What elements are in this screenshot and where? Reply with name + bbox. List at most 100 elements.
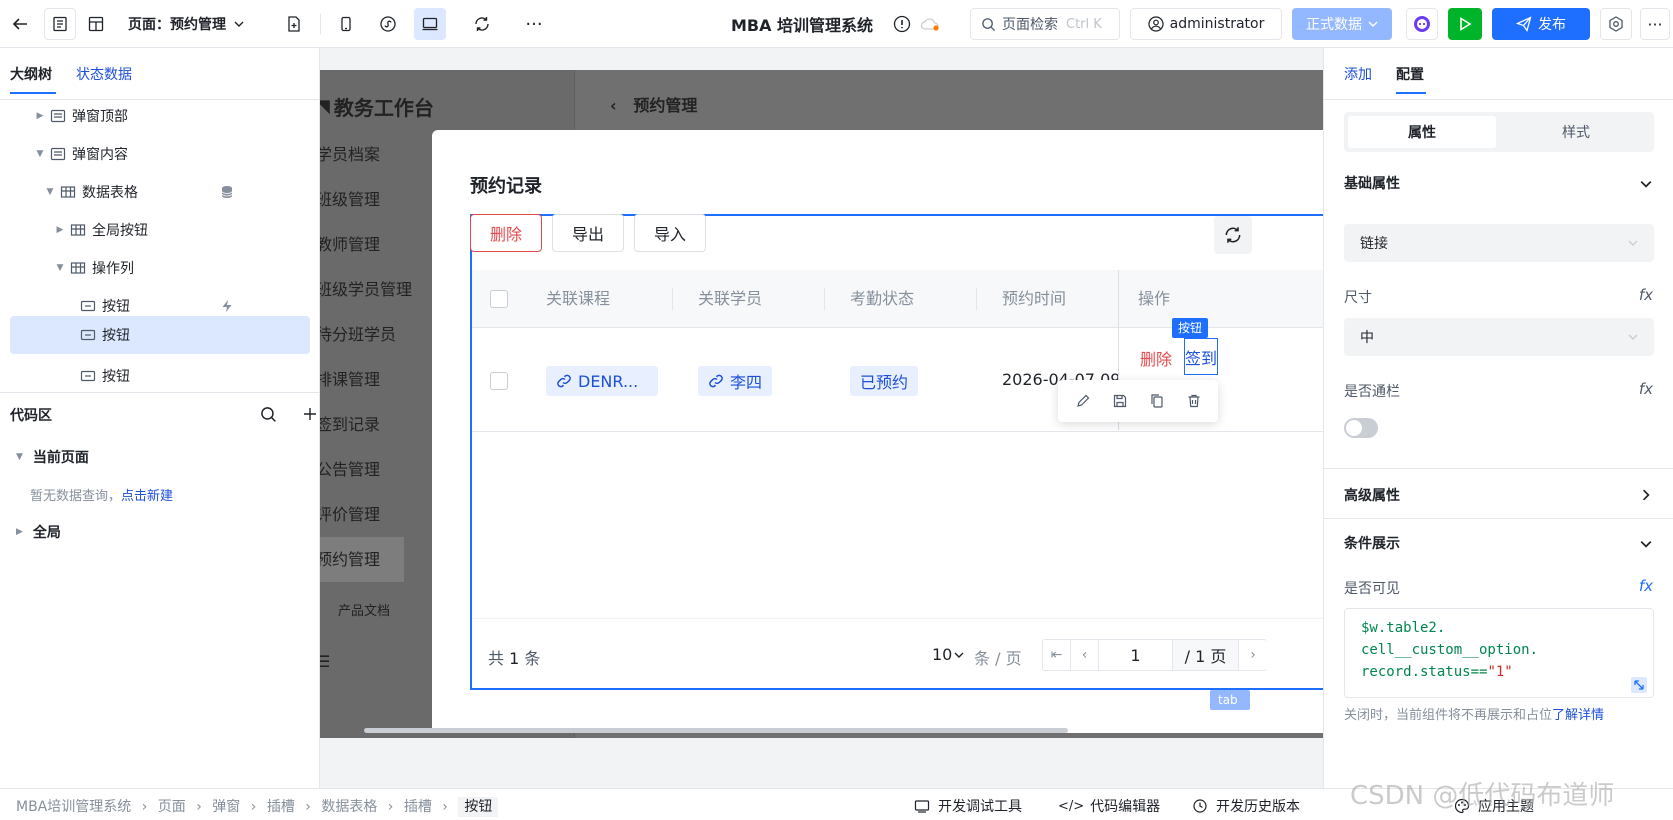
breadcrumb-item[interactable]: 插槽 xyxy=(267,799,295,815)
new-page-button[interactable] xyxy=(278,8,310,40)
block-toggle[interactable] xyxy=(1344,418,1378,438)
env-selector[interactable]: 正式数据 xyxy=(1292,8,1392,40)
mobile-view-button[interactable] xyxy=(330,8,362,40)
tree-node-button-2-selected[interactable]: 按钮 xyxy=(10,316,310,354)
column-header-student[interactable]: 关联学员 xyxy=(698,285,762,309)
search-icon xyxy=(982,17,996,31)
info-button[interactable] xyxy=(890,8,914,40)
next-page-icon[interactable]: › xyxy=(1239,640,1267,670)
advanced-properties-title[interactable]: 高级属性 xyxy=(1344,485,1400,505)
refresh-button[interactable] xyxy=(466,8,498,40)
learn-more-link[interactable]: 了解详情 xyxy=(1552,708,1604,723)
chevron-right-icon[interactable] xyxy=(1640,489,1652,501)
row-checkbox[interactable] xyxy=(490,372,508,390)
breadcrumb-item[interactable]: MBA培训管理系统 xyxy=(16,799,131,815)
code-icon: </> xyxy=(1058,798,1085,814)
more-menu-button[interactable]: ··· xyxy=(1640,8,1670,40)
basic-properties-title[interactable]: 基础属性 xyxy=(1344,173,1400,193)
seg-style[interactable]: 样式 xyxy=(1502,116,1650,148)
row-signin-button-selected[interactable]: 签到 xyxy=(1184,338,1218,375)
tree-node-action-column[interactable]: ▼ 操作列 xyxy=(10,248,310,288)
code-editor-button[interactable]: </> 代码编辑器 xyxy=(1058,796,1160,816)
page-size-select[interactable]: 10 xyxy=(932,645,964,664)
edit-icon[interactable] xyxy=(1075,393,1091,409)
global-section[interactable]: ▶ 全局 xyxy=(16,522,61,542)
tree-node-global-buttons[interactable]: ▶ 全局按钮 xyxy=(10,210,310,250)
ai-assistant-button[interactable] xyxy=(1406,8,1438,40)
type-select[interactable]: 链接 xyxy=(1344,224,1654,262)
page-input[interactable]: 1 xyxy=(1099,640,1173,670)
fx-icon-active[interactable]: fx xyxy=(1639,577,1653,595)
tree-node-label: 操作列 xyxy=(92,261,134,277)
page-icon xyxy=(53,16,67,32)
fx-icon[interactable]: fx xyxy=(1639,286,1653,304)
tab-add[interactable]: 添加 xyxy=(1344,64,1372,84)
breadcrumb-item[interactable]: 页面 xyxy=(158,799,186,815)
column-header-course[interactable]: 关联课程 xyxy=(546,285,610,309)
divider xyxy=(824,288,825,310)
debug-tools-button[interactable]: 开发调试工具 xyxy=(914,796,1022,816)
publish-button[interactable]: 发布 xyxy=(1492,8,1590,40)
caret-down-icon: ▼ xyxy=(56,263,64,273)
preview-button[interactable] xyxy=(1448,8,1482,40)
current-page-section[interactable]: ▼ 当前页面 xyxy=(16,447,89,467)
pc-view-button[interactable] xyxy=(414,8,446,40)
more-button[interactable]: ··· xyxy=(518,8,550,40)
desktop-icon xyxy=(422,17,438,31)
miniprogram-view-button[interactable] xyxy=(372,8,404,40)
fx-icon[interactable]: fx xyxy=(1639,380,1653,398)
breadcrumb-item[interactable]: 插槽 xyxy=(404,799,432,815)
condition-display-title[interactable]: 条件展示 xyxy=(1344,533,1400,553)
copy-icon[interactable] xyxy=(1149,393,1165,409)
breadcrumb-item[interactable]: 数据表格 xyxy=(321,799,377,815)
tab-config[interactable]: 配置 xyxy=(1396,64,1424,84)
user-name: administrator xyxy=(1169,16,1265,32)
layout-view-button[interactable] xyxy=(80,8,112,40)
settings-button[interactable] xyxy=(1600,8,1632,40)
tree-node-dialog-header[interactable]: ▶ 弹窗顶部 xyxy=(10,96,310,136)
prev-page-icon[interactable]: ‹ xyxy=(1071,640,1099,670)
table-icon xyxy=(70,262,86,274)
tab-outline-tree[interactable]: 大纲树 xyxy=(10,64,52,84)
import-button[interactable]: 导入 xyxy=(634,214,706,252)
tab-state-data[interactable]: 状态数据 xyxy=(76,64,132,84)
page-search-input[interactable]: 页面检索 Ctrl K xyxy=(970,8,1120,40)
horizontal-scrollbar[interactable] xyxy=(364,728,1068,733)
save-icon[interactable] xyxy=(1112,393,1128,409)
select-all-checkbox[interactable] xyxy=(490,290,508,308)
search-icon[interactable] xyxy=(260,406,277,423)
underlying-header: ‹ 预约管理 xyxy=(610,96,698,115)
breadcrumb-separator: › xyxy=(387,799,394,815)
breadcrumb-item[interactable]: 弹窗 xyxy=(212,799,240,815)
table-refresh-button[interactable] xyxy=(1214,216,1252,254)
user-menu[interactable]: administrator xyxy=(1130,8,1282,40)
create-query-link[interactable]: 点击新建 xyxy=(121,489,173,504)
breadcrumb-item-current[interactable]: 按钮 xyxy=(458,797,499,817)
expand-icon[interactable] xyxy=(1631,677,1647,693)
column-header-attendance[interactable]: 考勤状态 xyxy=(850,285,914,309)
student-link-tag[interactable]: 李四 xyxy=(698,366,773,396)
delete-button[interactable]: 删除 xyxy=(470,214,542,252)
history-button[interactable]: 开发历史版本 xyxy=(1192,796,1300,816)
code-line: $w.table2. xyxy=(1361,620,1446,636)
export-button[interactable]: 导出 xyxy=(552,214,624,252)
tree-node-button-3[interactable]: 按钮 xyxy=(10,356,310,396)
chevron-down-icon[interactable] xyxy=(1640,178,1652,190)
trash-icon[interactable] xyxy=(1186,393,1202,409)
row-delete-button[interactable]: 删除 xyxy=(1140,346,1172,370)
seg-properties[interactable]: 属性 xyxy=(1348,116,1496,148)
first-page-icon[interactable]: ⇤ xyxy=(1043,640,1071,670)
size-select[interactable]: 中 xyxy=(1344,318,1654,356)
tree-node-data-table[interactable]: ▼ 数据表格 xyxy=(10,172,310,212)
tab-active-indicator xyxy=(10,92,56,94)
chevron-down-icon[interactable] xyxy=(1640,538,1652,550)
page-selector[interactable]: 页面：预约管理 xyxy=(128,8,258,40)
course-link-tag[interactable]: DENR... xyxy=(546,366,658,396)
plus-icon[interactable] xyxy=(302,406,318,422)
outline-view-button[interactable] xyxy=(44,8,76,40)
divider xyxy=(976,288,977,310)
visible-expression-editor[interactable]: $w.table2. cell__custom__option. record.… xyxy=(1344,608,1654,698)
back-button[interactable] xyxy=(4,8,36,40)
column-header-time[interactable]: 预约时间 xyxy=(1002,285,1066,309)
tree-node-dialog-content[interactable]: ▼ 弹窗内容 xyxy=(10,134,310,174)
